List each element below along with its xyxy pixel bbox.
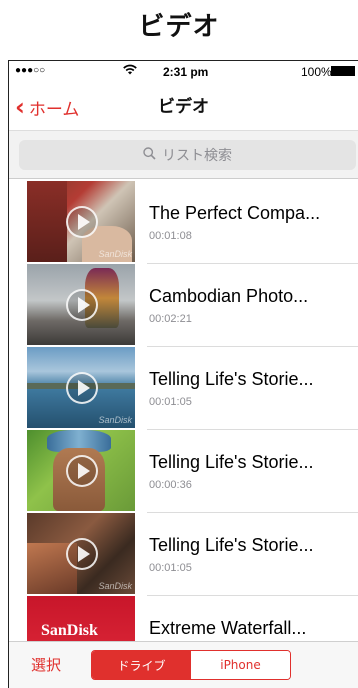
video-thumbnail: SanDisk	[27, 181, 135, 262]
search-placeholder: リスト検索	[162, 148, 232, 164]
play-icon	[66, 206, 98, 238]
video-thumbnail	[27, 430, 135, 511]
phone-screen: ●●●○○ 2:31 pm 100% ビデオ ‹ ホーム リスト検索 SanDi…	[8, 60, 358, 688]
signal-icon: ●●●○○	[15, 65, 46, 76]
segment-iphone[interactable]: iPhone	[191, 651, 290, 679]
status-bar: ●●●○○ 2:31 pm 100%	[9, 61, 358, 83]
back-label: ホーム	[28, 99, 80, 120]
bottom-toolbar: 選択 ドライブ iPhone	[9, 641, 358, 688]
video-thumbnail: SanDisk	[27, 347, 135, 428]
page-title: ビデオ	[138, 11, 220, 42]
battery-icon	[331, 66, 355, 76]
source-segmented-control: ドライブ iPhone	[91, 650, 291, 680]
video-duration: 00:01:08	[149, 230, 192, 242]
sandisk-logo: SanDisk	[41, 622, 98, 639]
video-thumbnail: SanDisk	[27, 513, 135, 594]
video-title: The Perfect Compa...	[149, 203, 321, 223]
video-row[interactable]: SanDisk The Perfect Compa... 00:01:08	[9, 181, 358, 264]
watermark: SanDisk	[98, 581, 132, 591]
video-duration: 00:00:36	[149, 479, 192, 491]
video-thumbnail	[27, 264, 135, 345]
video-title: Cambodian Photo...	[149, 286, 309, 306]
chevron-left-icon: ‹	[15, 93, 25, 121]
video-row[interactable]: Cambodian Photo... 00:02:21	[9, 264, 358, 347]
battery-percent: 100%	[301, 65, 332, 79]
segment-drive[interactable]: ドライブ	[92, 651, 191, 679]
video-row[interactable]: SanDisk Telling Life's Storie... 00:01:0…	[9, 347, 358, 430]
watermark: SanDisk	[98, 249, 132, 259]
search-icon	[143, 146, 156, 164]
search-bar: リスト検索	[9, 131, 358, 179]
video-row[interactable]: Telling Life's Storie... 00:00:36	[9, 430, 358, 513]
play-icon	[66, 289, 98, 321]
video-duration: 00:02:21	[149, 313, 192, 325]
search-input[interactable]: リスト検索	[19, 140, 356, 170]
watermark: SanDisk	[98, 415, 132, 425]
video-duration: 00:01:05	[149, 562, 192, 574]
video-title: Telling Life's Storie...	[149, 535, 314, 555]
video-duration: 00:01:05	[149, 396, 192, 408]
video-list: SanDisk The Perfect Compa... 00:01:08 Ca…	[9, 181, 358, 679]
video-row[interactable]: SanDisk Telling Life's Storie... 00:01:0…	[9, 513, 358, 596]
video-title: Telling Life's Storie...	[149, 452, 314, 472]
wifi-icon	[123, 63, 137, 78]
play-icon	[66, 455, 98, 487]
video-title: Extreme Waterfall...	[149, 618, 307, 638]
play-icon	[66, 538, 98, 570]
play-icon	[66, 372, 98, 404]
back-button[interactable]: ‹ ホーム	[15, 93, 79, 121]
select-button[interactable]: 選択	[31, 654, 61, 675]
video-title: Telling Life's Storie...	[149, 369, 314, 389]
status-time: 2:31 pm	[163, 65, 209, 79]
navigation-bar: ビデオ ‹ ホーム	[9, 83, 358, 131]
